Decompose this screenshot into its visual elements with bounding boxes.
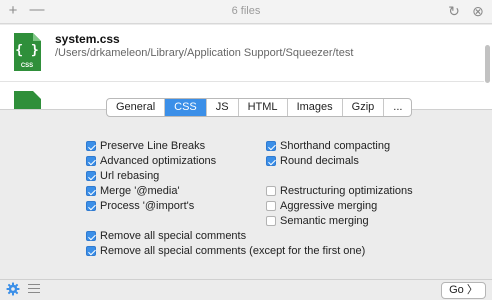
file-list-scrollbar[interactable] <box>485 45 490 83</box>
option-label: Merge '@media' <box>100 185 180 197</box>
process-import-option[interactable]: Process '@import's <box>86 199 194 213</box>
window-title: 6 files <box>231 5 261 17</box>
option-label: Remove all special comments (except for … <box>100 245 366 257</box>
css-file-icon: { } CSS <box>14 33 41 71</box>
list-menu-icon[interactable] <box>28 284 40 295</box>
close-icon[interactable]: ⊗ <box>470 3 486 19</box>
tab-images[interactable]: Images <box>288 99 343 116</box>
css-file-icon <box>14 91 41 109</box>
url-rebasing-checkbox[interactable] <box>86 171 96 181</box>
tab-html[interactable]: HTML <box>239 99 288 116</box>
file-list[interactable]: { } CSS system.css /Users/drkameleon/Lib… <box>0 25 492 109</box>
file-list-item[interactable]: { } CSS system.css /Users/drkameleon/Lib… <box>0 25 484 82</box>
file-name: system.css <box>55 32 120 46</box>
title-bar: + — 6 files ↻ ⊗ <box>0 0 492 24</box>
refresh-icon[interactable]: ↻ <box>446 3 462 19</box>
process-import-checkbox[interactable] <box>86 201 96 211</box>
aggressive-merging-checkbox[interactable] <box>266 201 276 211</box>
advanced-optimizations-option[interactable]: Advanced optimizations <box>86 154 216 168</box>
option-label: Advanced optimizations <box>100 155 217 167</box>
tab-gzip[interactable]: Gzip <box>343 99 385 116</box>
tab-general[interactable]: General <box>107 99 166 116</box>
advanced-optimizations-checkbox[interactable] <box>86 156 96 166</box>
preserve-line-breaks-checkbox[interactable] <box>86 141 96 151</box>
option-label: Url rebasing <box>100 170 160 182</box>
tab-js[interactable]: JS <box>207 99 239 116</box>
remove-all-except-first-option[interactable]: Remove all special comments (except for … <box>86 244 365 258</box>
option-label: Process '@import's <box>100 200 195 212</box>
option-label: Aggressive merging <box>280 200 378 212</box>
svg-text:{ }: { } <box>15 43 38 58</box>
restructuring-optimizations-checkbox[interactable] <box>266 186 276 196</box>
remove-all-comments-option[interactable]: Remove all special comments <box>86 229 246 243</box>
settings-tabs: General CSS JS HTML Images Gzip ... <box>106 98 413 117</box>
remove-all-comments-checkbox[interactable] <box>86 231 96 241</box>
option-label: Preserve Line Breaks <box>100 140 206 152</box>
semantic-merging-checkbox[interactable] <box>266 216 276 226</box>
url-rebasing-option[interactable]: Url rebasing <box>86 169 159 183</box>
remove-all-except-first-checkbox[interactable] <box>86 246 96 256</box>
bottom-bar: Go 〉 <box>0 279 492 300</box>
preserve-line-breaks-option[interactable]: Preserve Line Breaks <box>86 139 205 153</box>
tab-more[interactable]: ... <box>384 99 411 116</box>
file-path: /Users/drkameleon/Library/Application Su… <box>55 47 354 59</box>
shorthand-compacting-option[interactable]: Shorthand compacting <box>266 139 390 153</box>
round-decimals-option[interactable]: Round decimals <box>266 154 359 168</box>
merge-media-option[interactable]: Merge '@media' <box>86 184 180 198</box>
semantic-merging-option[interactable]: Semantic merging <box>266 214 369 228</box>
restructuring-optimizations-option[interactable]: Restructuring optimizations <box>266 184 413 198</box>
aggressive-merging-option[interactable]: Aggressive merging <box>266 199 377 213</box>
merge-media-checkbox[interactable] <box>86 186 96 196</box>
shorthand-compacting-checkbox[interactable] <box>266 141 276 151</box>
option-label: Shorthand compacting <box>280 140 391 152</box>
option-label: Semantic merging <box>280 215 369 227</box>
go-button[interactable]: Go 〉 <box>441 282 486 299</box>
option-label: Restructuring optimizations <box>280 185 413 197</box>
options-panel: Preserve Line Breaks Advanced optimizati… <box>0 109 492 279</box>
tab-css[interactable]: CSS <box>165 99 207 116</box>
option-label: Round decimals <box>280 155 359 167</box>
option-label: Remove all special comments <box>100 230 247 242</box>
round-decimals-checkbox[interactable] <box>266 156 276 166</box>
gear-icon[interactable] <box>6 282 20 296</box>
css-icon-label: CSS <box>21 63 33 69</box>
